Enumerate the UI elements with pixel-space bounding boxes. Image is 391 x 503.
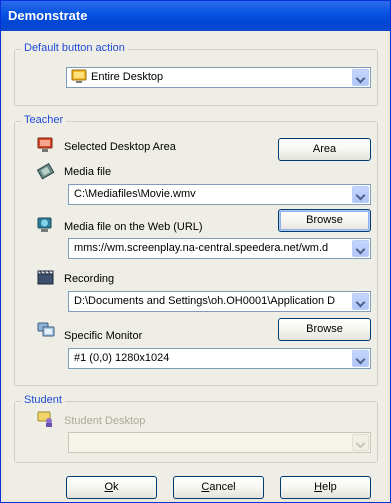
student-desktop-label: Student Desktop: [64, 415, 146, 427]
ok-button[interactable]: Ok: [66, 476, 157, 499]
cancel-button-label: ancel: [209, 481, 236, 493]
title-bar[interactable]: Demonstrate: [1, 1, 390, 31]
recording-value: D:\Documents and Settings\oh.OH0001\Appl…: [74, 295, 336, 307]
desktop-icon: [71, 69, 87, 83]
default-action-group-title: Default button action: [21, 42, 128, 54]
ok-button-label: k: [113, 481, 119, 493]
media-file-combo[interactable]: C:\Mediafiles\Movie.wmv: [68, 184, 371, 205]
clapperboard-icon: [37, 270, 54, 285]
chevron-down-icon[interactable]: [352, 240, 369, 257]
demonstrate-dialog: Demonstrate Default button action Entire…: [0, 0, 391, 503]
chevron-down-icon[interactable]: [352, 293, 369, 310]
ok-button-accel: O: [104, 481, 114, 493]
recording-label[interactable]: Recording: [64, 273, 114, 285]
film-icon: [37, 162, 55, 180]
specific-monitor-label[interactable]: Specific Monitor: [64, 330, 142, 342]
help-button[interactable]: Help: [280, 476, 371, 499]
dialog-client: Default button action Entire Desktop Tea…: [4, 31, 387, 499]
student-group-title: Student: [21, 394, 65, 406]
teacher-group-title: Teacher: [21, 114, 67, 126]
web-url-combo[interactable]: mms://wm.screenplay.na-central.speedera.…: [68, 238, 371, 259]
window-title: Demonstrate: [8, 8, 88, 23]
area-button[interactable]: Area: [278, 138, 371, 161]
monitor-combo[interactable]: #1 (0,0) 1280x1024: [68, 348, 371, 369]
default-action-combo[interactable]: Entire Desktop: [66, 67, 371, 88]
student-desktop-combo: [68, 432, 371, 453]
student-desktop-icon: [37, 411, 52, 427]
help-button-label: elp: [322, 481, 337, 493]
chevron-down-icon[interactable]: [352, 186, 369, 203]
desktop-area-icon: [37, 137, 53, 152]
media-file-value: C:\Mediafiles\Movie.wmv: [74, 188, 196, 200]
help-button-accel: H: [314, 481, 323, 493]
monitor-value: #1 (0,0) 1280x1024: [74, 352, 170, 364]
web-globe-icon: [37, 217, 52, 232]
cancel-button[interactable]: Cancel: [173, 476, 264, 499]
selected-area-label[interactable]: Selected Desktop Area: [64, 141, 176, 153]
chevron-down-icon[interactable]: [352, 350, 369, 367]
default-action-value: Entire Desktop: [91, 71, 164, 83]
media-browse-button[interactable]: Browse: [278, 209, 371, 232]
web-url-value: mms://wm.screenplay.na-central.speedera.…: [74, 242, 329, 254]
chevron-down-icon[interactable]: [352, 69, 369, 86]
monitors-icon: [37, 322, 55, 337]
monitor-browse-button[interactable]: Browse: [278, 318, 371, 341]
media-file-label[interactable]: Media file: [64, 166, 111, 178]
web-url-label[interactable]: Media file on the Web (URL): [64, 221, 203, 233]
recording-combo[interactable]: D:\Documents and Settings\oh.OH0001\Appl…: [68, 291, 371, 312]
chevron-down-icon: [352, 434, 369, 451]
